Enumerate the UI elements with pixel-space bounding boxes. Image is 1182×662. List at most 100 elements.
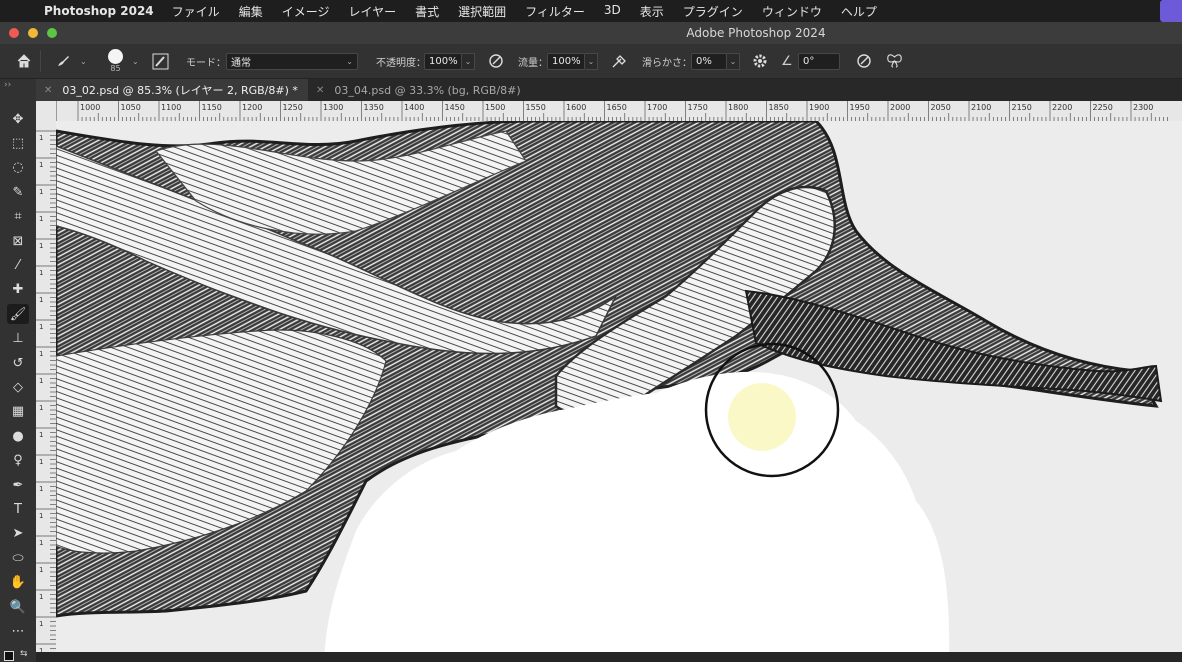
document-tabs: ✕ 03_02.psd @ 85.3% (レイヤー 2, RGB/8#) * ✕…: [36, 79, 1182, 101]
type-tool-icon[interactable]: T: [7, 499, 29, 519]
ruler-tick-label: 1500: [485, 103, 505, 112]
menu-item[interactable]: 3D: [604, 3, 621, 20]
more-tools-icon[interactable]: ⋯: [7, 621, 29, 641]
opacity-value[interactable]: 100%: [424, 52, 462, 70]
menu-item[interactable]: 書式: [415, 3, 439, 20]
horizontal-ruler[interactable]: 1000 1050 1100 1150 1200 1250 1300 1350 1400 1450…: [56, 101, 1182, 122]
menu-item[interactable]: 選択範囲: [458, 3, 506, 20]
hand-tool-icon[interactable]: ✋: [7, 573, 29, 593]
ruler-tick-label: 1: [39, 377, 43, 385]
healing-brush-tool-icon[interactable]: ✚: [7, 280, 29, 300]
menu-item[interactable]: ファイル: [172, 3, 220, 20]
smoothing-field[interactable]: 0% ⌄: [691, 44, 740, 78]
menu-item[interactable]: レイヤー: [348, 3, 396, 20]
move-tool-icon[interactable]: ✥: [7, 109, 29, 129]
history-brush-tool-icon[interactable]: ↺: [7, 353, 29, 373]
brush-tip-preview-icon: [108, 49, 123, 64]
tab-03-04[interactable]: ✕ 03_04.psd @ 33.3% (bg, RGB/8#): [308, 79, 548, 101]
angle-value[interactable]: 0°: [798, 52, 840, 70]
collapse-panel-icon[interactable]: ››: [4, 80, 11, 90]
shape-tool-icon[interactable]: ⬭: [7, 548, 29, 568]
dodge-tool-icon[interactable]: ♀: [7, 451, 29, 471]
close-tab-icon[interactable]: ✕: [44, 85, 52, 96]
menu-item[interactable]: フィルター: [525, 3, 585, 20]
window-title: Adobe Photoshop 2024: [686, 26, 826, 40]
angle-field[interactable]: 0°: [798, 44, 840, 78]
menu-item[interactable]: 表示: [640, 3, 664, 20]
pressure-opacity-icon[interactable]: [488, 44, 504, 78]
document-canvas[interactable]: [56, 121, 1182, 662]
home-icon[interactable]: [16, 44, 32, 78]
mode-dropdown[interactable]: 通常 ⌄: [226, 44, 358, 78]
ruler-tick-label: 1700: [647, 103, 667, 112]
vertical-ruler[interactable]: 11111111111111111111: [36, 101, 57, 662]
lasso-tool-icon[interactable]: ◌: [7, 158, 29, 178]
ruler-tick-label: 1: [39, 215, 43, 223]
ruler-tick-label: 2000: [890, 103, 910, 112]
zoom-tool-icon[interactable]: 🔍: [7, 597, 29, 617]
menu-item[interactable]: ウィンドウ: [762, 3, 822, 20]
flow-value[interactable]: 100%: [547, 52, 585, 70]
app-menu[interactable]: Photoshop 2024: [44, 4, 154, 18]
symmetry-butterfly-icon[interactable]: [886, 44, 903, 78]
eyedropper-tool-icon[interactable]: ⁄: [7, 255, 29, 275]
ruler-tick-label: 1250: [283, 103, 303, 112]
ruler-tick-label: 1950: [850, 103, 870, 112]
ruler-tick-label: 1: [39, 458, 43, 466]
title-bar: Adobe Photoshop 2024: [0, 22, 1182, 44]
quick-select-tool-icon[interactable]: ✎: [7, 182, 29, 202]
ruler-tick-label: 1850: [769, 103, 789, 112]
ruler-tick-label: 1800: [728, 103, 748, 112]
gradient-tool-icon[interactable]: ▦: [7, 402, 29, 422]
menubar-extra-icon[interactable]: [1160, 0, 1182, 22]
menu-item[interactable]: プラグイン: [683, 3, 743, 20]
pen-tool-icon[interactable]: ✒: [7, 475, 29, 495]
clone-stamp-tool-icon[interactable]: ⊥: [7, 329, 29, 349]
brush-preset-chevron-icon[interactable]: ⌄: [80, 44, 87, 78]
ruler-tick-label: 1000: [80, 103, 100, 112]
crop-tool-icon[interactable]: ⌗: [7, 207, 29, 227]
path-select-tool-icon[interactable]: ➤: [7, 524, 29, 544]
blur-tool-icon[interactable]: ●: [7, 426, 29, 446]
brush-tool-icon[interactable]: 🖌: [7, 304, 29, 325]
divider: [40, 50, 41, 72]
tab-03-02[interactable]: ✕ 03_02.psd @ 85.3% (レイヤー 2, RGB/8#) *: [36, 79, 308, 101]
tab-label: 03_04.psd @ 33.3% (bg, RGB/8#): [334, 83, 521, 97]
tab-label: 03_02.psd @ 85.3% (レイヤー 2, RGB/8#) *: [62, 84, 298, 97]
smoothing-value[interactable]: 0%: [691, 52, 727, 70]
marquee-tool-icon[interactable]: ⬚: [7, 133, 29, 153]
eraser-tool-icon[interactable]: ◇: [7, 377, 29, 397]
opacity-field[interactable]: 100% ⌄: [424, 44, 475, 78]
brush-preset-icon[interactable]: [55, 44, 71, 78]
mode-label: モード：: [186, 57, 226, 69]
pressure-size-icon[interactable]: [856, 44, 872, 78]
chevron-down-icon: ⌄: [346, 56, 353, 66]
brush-size-picker[interactable]: 85: [108, 44, 123, 78]
ruler-tick-label: 1750: [688, 103, 708, 112]
ruler-tick-label: 1300: [323, 103, 343, 112]
ruler-tick-label: 1: [39, 485, 43, 493]
menu-item[interactable]: ヘルプ: [841, 3, 877, 20]
flow-chevron-icon[interactable]: ⌄: [585, 52, 598, 70]
brush-settings-panel-icon[interactable]: [152, 44, 169, 78]
close-tab-icon[interactable]: ✕: [316, 85, 324, 96]
brush-highlight: [728, 383, 796, 451]
frame-tool-icon[interactable]: ⊠: [7, 231, 29, 251]
flow-field[interactable]: 100% ⌄: [547, 44, 598, 78]
ruler-tick-label: 1100: [161, 103, 181, 112]
opacity-chevron-icon[interactable]: ⌄: [462, 52, 475, 70]
tools-panel: ›› ✥ ⬚ ◌ ✎ ⌗ ⊠ ⁄ ✚ 🖌 ⊥ ↺ ◇ ▦ ● ♀ ✒ T ➤ ⬭ ✋ 🔍 ⋯ ⇆: [0, 79, 37, 662]
smoothing-options-gear-icon[interactable]: [752, 44, 768, 78]
foreground-color-swatch[interactable]: [4, 651, 14, 661]
ruler-tick-label: 1350: [364, 103, 384, 112]
brush-size-chevron-icon[interactable]: ⌄: [132, 44, 139, 78]
status-bar: [36, 652, 1182, 662]
airbrush-icon[interactable]: [611, 44, 628, 78]
menu-item[interactable]: 編集: [239, 3, 263, 20]
ruler-tick-label: 1: [39, 161, 43, 169]
ruler-tick-label: 1400: [404, 103, 424, 112]
menu-item[interactable]: イメージ: [282, 3, 330, 20]
smoothing-chevron-icon[interactable]: ⌄: [727, 52, 740, 70]
ruler-tick-label: 1650: [607, 103, 627, 112]
swap-colors-icon[interactable]: ⇆: [20, 649, 28, 659]
